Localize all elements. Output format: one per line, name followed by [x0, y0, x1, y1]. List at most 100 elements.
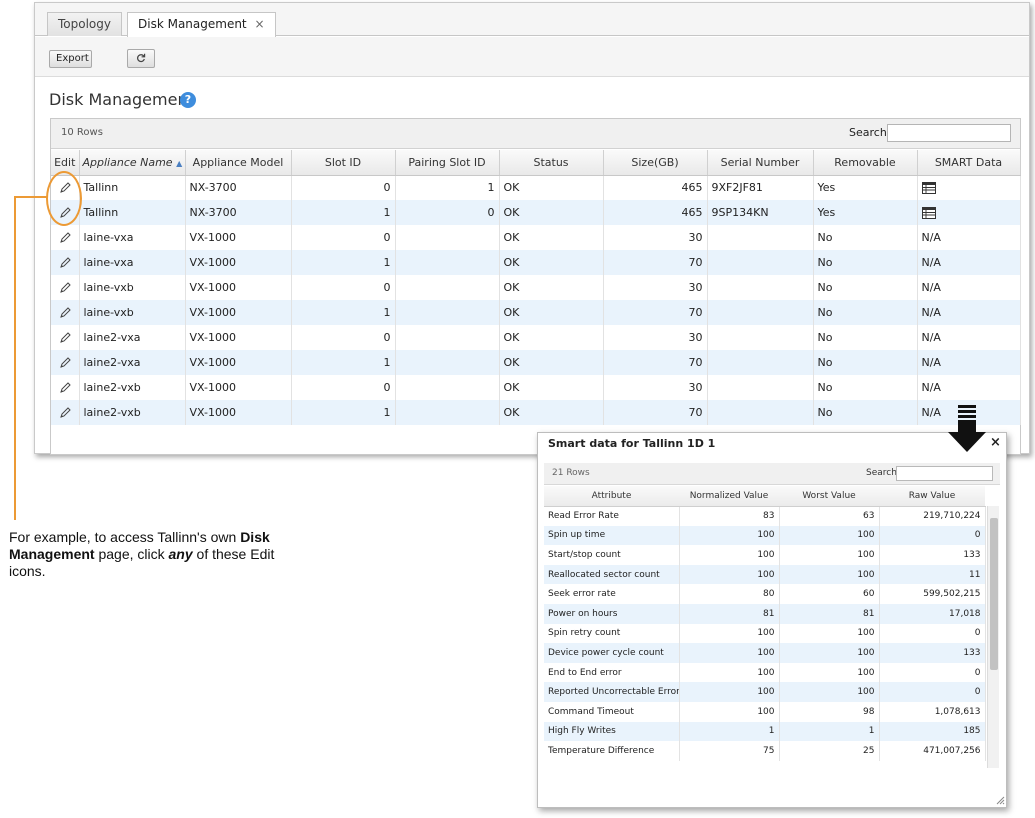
smart-row[interactable]: Reported Uncorrectable Errors 100 100 0 — [544, 682, 986, 702]
table-row[interactable]: laine2-vxb VX-1000 0 OK 30 No N/A — [51, 375, 1021, 400]
cell-appliance-name: laine2-vxb — [79, 400, 186, 425]
table-row[interactable]: laine-vxa VX-1000 0 OK 30 No N/A — [51, 225, 1021, 250]
smart-data-table-icon[interactable] — [921, 182, 936, 195]
main-window: Topology Disk Management × Export Disk M… — [34, 2, 1030, 455]
cell-pairing-slot-id — [395, 275, 500, 300]
cell-serial-number — [707, 275, 814, 300]
col-raw-value[interactable]: Raw Value — [879, 486, 985, 507]
tab-close-icon[interactable]: × — [254, 17, 264, 31]
table-row[interactable]: laine2-vxa VX-1000 0 OK 30 No N/A — [51, 325, 1021, 350]
tab-bar: Topology Disk Management × — [35, 3, 1029, 37]
smart-row[interactable]: Temperature Difference 75 25 471,007,256 — [544, 741, 986, 761]
cell-normalized: 100 — [679, 701, 780, 722]
table-row[interactable]: laine-vxb VX-1000 1 OK 70 No N/A — [51, 300, 1021, 325]
edit-cell[interactable] — [51, 275, 80, 300]
resize-grip-icon[interactable] — [995, 795, 1005, 805]
smart-row[interactable]: Power on hours 81 81 17,018 — [544, 603, 986, 624]
tab-topology[interactable]: Topology — [47, 12, 122, 36]
edit-pencil-icon[interactable] — [58, 281, 72, 295]
search-label: Search — [849, 126, 887, 139]
edit-pencil-icon[interactable] — [58, 381, 72, 395]
smart-row[interactable]: Command Timeout 100 98 1,078,613 — [544, 701, 986, 722]
refresh-button[interactable] — [127, 49, 155, 68]
col-appliance-name[interactable]: Appliance Name ▲ — [79, 150, 186, 176]
cell-serial-number: 9SP134KN — [707, 200, 814, 225]
edit-pencil-icon[interactable] — [58, 406, 72, 420]
cell-attribute: Reported Uncorrectable Errors — [544, 682, 680, 702]
edit-pencil-icon[interactable] — [58, 306, 72, 320]
popup-row-count: 21 Rows — [552, 468, 590, 478]
cell-attribute: Temperature Difference — [544, 741, 680, 761]
smart-row[interactable]: Reallocated sector count 100 100 11 — [544, 564, 986, 585]
edit-pencil-icon[interactable] — [58, 331, 72, 345]
table-row[interactable]: Tallinn NX-3700 1 0 OK 465 9SP134KN Yes — [51, 200, 1021, 225]
smart-row[interactable]: Device power cycle count 100 100 133 — [544, 643, 986, 663]
smart-row[interactable]: Read Error Rate 83 63 219,710,224 — [544, 506, 986, 526]
cell-appliance-model: VX-1000 — [185, 275, 292, 300]
cell-attribute: Device power cycle count — [544, 643, 680, 663]
scrollbar-thumb[interactable] — [990, 518, 998, 670]
cell-normalized: 80 — [679, 584, 780, 604]
edit-pencil-icon[interactable] — [58, 256, 72, 270]
edit-cell[interactable] — [51, 400, 80, 425]
smart-row[interactable]: Spin retry count 100 100 0 — [544, 623, 986, 644]
col-smart-data[interactable]: SMART Data — [917, 150, 1021, 176]
smart-row[interactable]: Start/stop count 100 100 133 — [544, 545, 986, 565]
edit-cell[interactable] — [51, 375, 80, 400]
cell-pairing-slot-id: 1 — [395, 175, 500, 200]
cell-attribute: Power on hours — [544, 603, 680, 624]
col-pairing-slot-id[interactable]: Pairing Slot ID — [395, 150, 500, 176]
search-input[interactable] — [887, 124, 1011, 142]
help-icon[interactable]: ? — [180, 92, 196, 108]
col-removable[interactable]: Removable — [813, 150, 918, 176]
export-button[interactable]: Export — [49, 50, 92, 68]
cell-smart-data[interactable] — [917, 200, 1021, 225]
popup-search-input[interactable] — [896, 466, 993, 481]
col-worst-value[interactable]: Worst Value — [779, 486, 879, 507]
row-count: 10 Rows — [61, 127, 103, 138]
cell-raw: 0 — [879, 682, 986, 702]
smart-row[interactable]: End to End error 100 100 0 — [544, 662, 986, 683]
cell-slot-id: 1 — [291, 300, 396, 325]
edit-cell[interactable] — [51, 300, 80, 325]
col-appliance-model[interactable]: Appliance Model — [185, 150, 292, 176]
smart-row[interactable]: Seek error rate 80 60 599,502,215 — [544, 584, 986, 604]
popup-scrollbar[interactable] — [987, 506, 999, 768]
tab-disk-management[interactable]: Disk Management × — [127, 12, 276, 37]
table-row[interactable]: laine2-vxb VX-1000 1 OK 70 No N/A — [51, 400, 1021, 425]
popup-search-label: Search — [866, 468, 897, 478]
edit-cell[interactable] — [51, 325, 80, 350]
cell-size: 70 — [603, 250, 708, 275]
cell-worst: 63 — [779, 506, 880, 526]
tab-label: Disk Management — [138, 17, 247, 31]
col-attribute[interactable]: Attribute — [544, 486, 679, 507]
cell-slot-id: 1 — [291, 250, 396, 275]
table-row[interactable]: Tallinn NX-3700 0 1 OK 465 9XF2JF81 Yes — [51, 175, 1021, 200]
col-normalized-value[interactable]: Normalized Value — [679, 486, 779, 507]
cell-pairing-slot-id — [395, 325, 500, 350]
table-row[interactable]: laine-vxa VX-1000 1 OK 70 No N/A — [51, 250, 1021, 275]
cell-worst: 100 — [779, 545, 880, 565]
table-row[interactable]: laine2-vxa VX-1000 1 OK 70 No N/A — [51, 350, 1021, 375]
cell-worst: 100 — [779, 643, 880, 663]
edit-pencil-icon[interactable] — [58, 231, 72, 245]
edit-pencil-icon[interactable] — [58, 356, 72, 370]
edit-cell[interactable] — [51, 225, 80, 250]
col-serial-number[interactable]: Serial Number — [707, 150, 814, 176]
edit-cell[interactable] — [51, 250, 80, 275]
col-slot-id[interactable]: Slot ID — [291, 150, 396, 176]
smart-row[interactable]: High Fly Writes 1 1 185 — [544, 721, 986, 742]
cell-pairing-slot-id — [395, 225, 500, 250]
cell-worst: 1 — [779, 721, 880, 742]
table-row[interactable]: laine-vxb VX-1000 0 OK 30 No N/A — [51, 275, 1021, 300]
smart-data-table-icon[interactable] — [921, 207, 936, 219]
close-icon[interactable]: × — [990, 435, 1001, 450]
cell-raw: 133 — [879, 643, 986, 663]
col-size[interactable]: Size(GB) — [603, 150, 708, 176]
col-status[interactable]: Status — [499, 150, 604, 176]
cell-appliance-model: NX-3700 — [185, 200, 292, 225]
cell-worst: 100 — [779, 662, 880, 683]
smart-row[interactable]: Spin up time 100 100 0 — [544, 525, 986, 546]
edit-cell[interactable] — [51, 350, 80, 375]
cell-smart-data[interactable] — [917, 175, 1021, 200]
